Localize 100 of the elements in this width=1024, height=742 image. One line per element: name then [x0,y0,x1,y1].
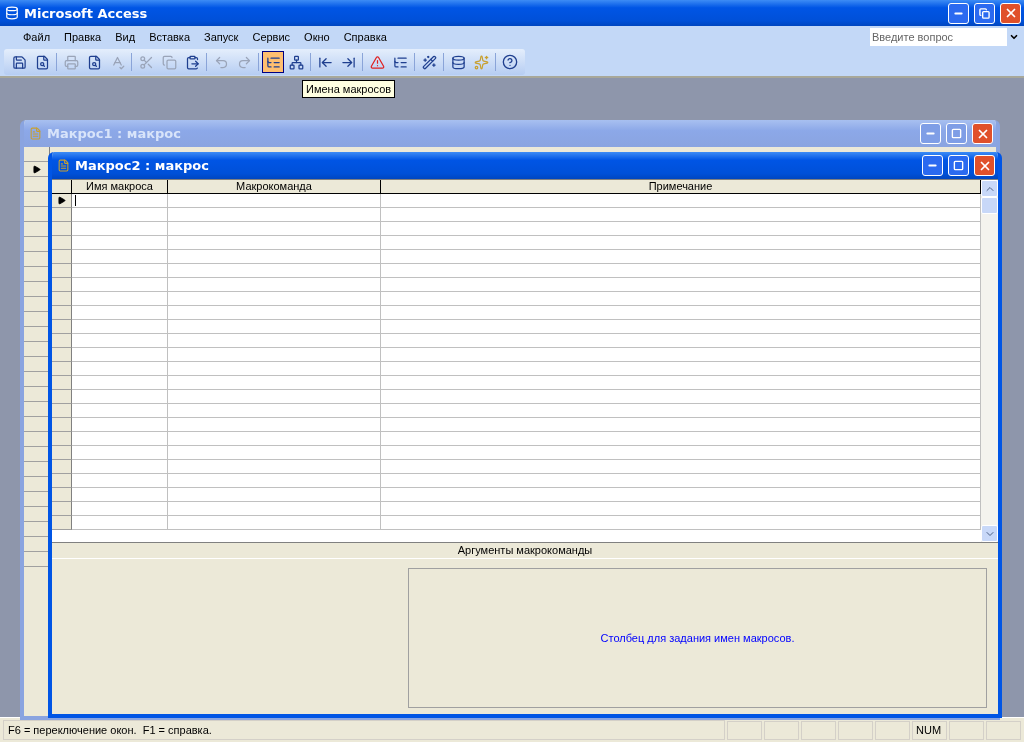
grid-cell[interactable] [168,362,381,376]
grid-cell[interactable] [168,208,381,222]
grid-cell[interactable] [168,460,381,474]
column-header[interactable]: Макрокоманда [168,180,381,194]
menu-item[interactable]: Запуск [197,29,246,45]
grid-cell[interactable] [72,250,168,264]
minimize-button[interactable] [920,123,941,144]
grid-cell[interactable] [72,474,168,488]
grid-cell[interactable] [72,278,168,292]
grid-cell[interactable] [168,278,381,292]
grid-cell[interactable] [381,502,981,516]
maximize-button[interactable] [946,123,967,144]
minimize-button[interactable] [922,155,943,176]
close-button[interactable] [972,123,993,144]
grid-cell[interactable] [72,264,168,278]
grid-cell[interactable] [168,236,381,250]
grid-cell[interactable] [168,376,381,390]
grid-cell[interactable] [168,320,381,334]
grid-cell[interactable] [381,306,981,320]
grid-cell[interactable] [381,460,981,474]
grid-cell[interactable] [72,404,168,418]
grid-cell[interactable] [381,292,981,306]
grid-cell[interactable] [168,488,381,502]
grid-cell[interactable] [168,390,381,404]
maximize-button[interactable] [948,155,969,176]
grid-cell[interactable] [168,334,381,348]
grid-cell[interactable] [381,264,981,278]
grid-cell[interactable] [72,460,168,474]
grid-cell[interactable] [168,404,381,418]
grid-cell[interactable] [72,432,168,446]
scroll-down-button[interactable] [981,525,998,542]
menu-item[interactable]: Вставка [142,29,197,45]
close-button[interactable] [1000,2,1021,24]
vertical-scrollbar[interactable] [981,180,998,542]
scroll-up-button[interactable] [981,180,998,197]
menu-item[interactable]: Правка [57,29,109,45]
grid-cell[interactable] [168,502,381,516]
grid-cell[interactable] [381,348,981,362]
grid-cell[interactable] [72,516,168,530]
grid-cell[interactable] [381,474,981,488]
grid-cell[interactable] [72,376,168,390]
help-search-field[interactable]: Введите вопрос [870,28,1007,46]
grid-cell[interactable] [72,488,168,502]
grid-cell[interactable] [381,278,981,292]
grid-cell[interactable] [168,516,381,530]
grid-cell[interactable] [381,208,981,222]
grid-cell[interactable] [72,502,168,516]
grid-cell[interactable] [72,348,168,362]
grid-cell[interactable] [168,250,381,264]
grid-cell[interactable] [168,194,381,208]
grid-cell[interactable] [72,446,168,460]
row-selector[interactable] [24,162,50,177]
grid-cell[interactable] [381,376,981,390]
restore-button[interactable] [974,2,995,24]
grid-cell[interactable] [381,432,981,446]
grid-cell[interactable] [168,306,381,320]
grid-cell[interactable] [72,306,168,320]
menu-item[interactable]: Файл [16,29,58,45]
menu-item[interactable]: Справка [336,29,394,45]
grid-cell[interactable] [381,446,981,460]
grid-cell[interactable] [72,194,168,208]
grid-cell[interactable] [381,334,981,348]
macro-names-button[interactable] [262,51,284,73]
grid-cell[interactable] [168,446,381,460]
column-header[interactable]: Примечание [381,180,981,194]
grid-cell[interactable] [72,334,168,348]
grid-cell[interactable] [168,264,381,278]
scroll-thumb[interactable] [981,197,998,214]
grid-cell[interactable] [381,516,981,530]
close-button[interactable] [974,155,995,176]
grid-cell[interactable] [381,418,981,432]
grid-cell[interactable] [72,208,168,222]
grid-cell[interactable] [381,488,981,502]
grid-cell[interactable] [381,194,981,208]
grid-cell[interactable] [381,320,981,334]
grid-cell[interactable] [381,236,981,250]
menu-item[interactable]: Окно [297,29,337,45]
grid-cell[interactable] [72,418,168,432]
grid-cell[interactable] [72,236,168,250]
grid-cell[interactable] [72,320,168,334]
row-selector[interactable] [52,194,72,208]
grid-cell[interactable] [168,418,381,432]
grid-cell[interactable] [381,390,981,404]
grid-cell[interactable] [168,292,381,306]
grid-cell[interactable] [381,250,981,264]
grid-cell[interactable] [168,348,381,362]
grid-cell[interactable] [72,390,168,404]
grid-cell[interactable] [72,362,168,376]
grid-cell[interactable] [381,222,981,236]
menu-item[interactable]: Сервис [245,29,298,45]
grid-cell[interactable] [168,222,381,236]
grid-cell[interactable] [72,292,168,306]
grid-cell[interactable] [381,362,981,376]
minimize-button[interactable] [948,2,969,24]
menu-item[interactable]: Вид [108,29,143,45]
grid-cell[interactable] [72,222,168,236]
grid-cell[interactable] [168,432,381,446]
column-header[interactable]: Имя макроса [72,180,168,194]
grid-cell[interactable] [381,404,981,418]
grid-cell[interactable] [168,474,381,488]
